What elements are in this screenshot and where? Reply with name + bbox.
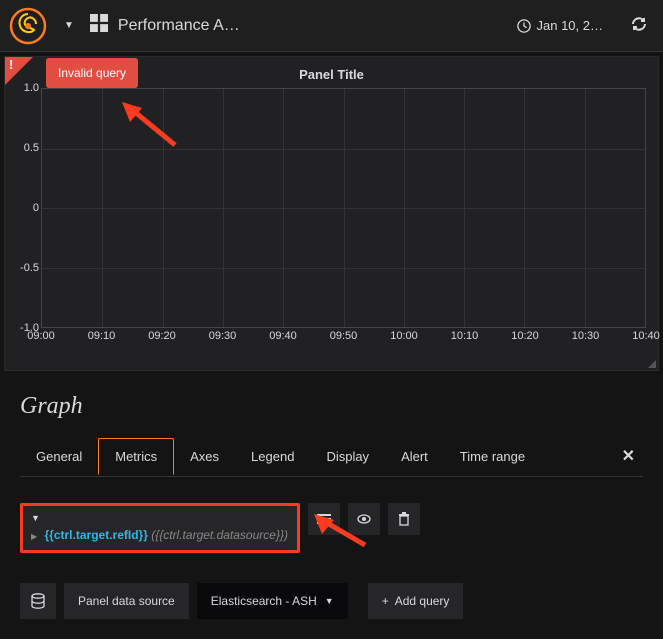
error-tooltip: Invalid query (46, 58, 138, 88)
query-collapse-toggle[interactable]: ▼ (31, 510, 289, 526)
query-delete-button[interactable] (388, 503, 420, 535)
refresh-button[interactable] (615, 16, 663, 35)
editor-type-title: Graph (20, 393, 643, 420)
x-tick-label: 09:50 (330, 330, 358, 342)
x-tick-label: 09:20 (148, 330, 176, 342)
x-tick-label: 09:30 (209, 330, 237, 342)
x-tick-label: 09:40 (269, 330, 297, 342)
trash-icon (397, 512, 411, 526)
refresh-icon (631, 16, 647, 32)
close-editor-button[interactable]: ✕ (614, 436, 643, 476)
datasource-label: Panel data source (64, 583, 189, 619)
tab-time-range[interactable]: Time range (444, 439, 541, 474)
x-tick-label: 10:30 (572, 330, 600, 342)
annotation-arrow-2 (310, 510, 370, 553)
time-range-text: Jan 10, 2… (537, 18, 604, 33)
query-summary[interactable]: ▶ {{ctrl.target.refId}} ({{ctrl.target.d… (31, 526, 289, 542)
x-tick-label: 09:10 (88, 330, 116, 342)
query-refid: {{ctrl.target.refId}} (45, 528, 148, 542)
x-axis: 09:0009:1009:2009:3009:4009:5010:0010:10… (41, 330, 646, 348)
x-tick-label: 10:10 (451, 330, 479, 342)
query-row-highlighted[interactable]: ▼ ▶ {{ctrl.target.refId}} ({{ctrl.target… (20, 503, 300, 553)
panel-resize-handle[interactable] (646, 358, 656, 368)
caret-down-icon: ▼ (325, 596, 334, 606)
datasource-selected-text: Elasticsearch - ASH (211, 594, 317, 608)
graph-panel: ! Panel Title 1.00.50-0.5-1.0 09:0009:10… (4, 56, 659, 371)
y-axis: 1.00.50-0.5-1.0 (13, 88, 39, 328)
database-icon (30, 593, 46, 609)
plus-icon: + (382, 594, 389, 608)
x-tick-label: 10:20 (511, 330, 539, 342)
tab-general[interactable]: General (20, 439, 98, 474)
time-range-picker[interactable]: Jan 10, 2… (505, 18, 616, 33)
clock-icon (517, 19, 531, 33)
x-tick-label: 10:40 (632, 330, 660, 342)
y-tick-label: 0 (33, 202, 39, 214)
annotation-arrow-1 (120, 100, 180, 153)
x-tick-label: 09:00 (27, 330, 55, 342)
y-tick-label: 0.5 (24, 142, 39, 154)
grafana-logo[interactable] (8, 6, 48, 46)
dashboard-dropdown-caret[interactable]: ▼ (56, 20, 82, 31)
tab-display[interactable]: Display (310, 439, 385, 474)
tab-alert[interactable]: Alert (385, 439, 444, 474)
add-query-label: Add query (395, 594, 450, 608)
tab-legend[interactable]: Legend (235, 439, 310, 474)
dashboard-grid-icon (90, 14, 108, 37)
add-query-button[interactable]: + Add query (368, 583, 464, 619)
editor-tabs: GeneralMetricsAxesLegendDisplayAlertTime… (20, 436, 643, 477)
datasource-icon-button[interactable] (20, 583, 56, 619)
dashboard-title-button[interactable]: Performance A… (90, 14, 240, 37)
tab-metrics[interactable]: Metrics (98, 438, 174, 475)
tab-axes[interactable]: Axes (174, 439, 235, 474)
y-tick-label: -0.5 (20, 262, 39, 274)
x-tick-label: 10:00 (390, 330, 418, 342)
caret-right-icon: ▶ (31, 532, 37, 541)
exclamation-icon: ! (9, 57, 13, 72)
datasource-select[interactable]: Elasticsearch - ASH ▼ (197, 583, 348, 619)
query-datasource: ({{ctrl.target.datasource}}) (151, 528, 288, 542)
dashboard-title-text: Performance A… (118, 17, 240, 35)
